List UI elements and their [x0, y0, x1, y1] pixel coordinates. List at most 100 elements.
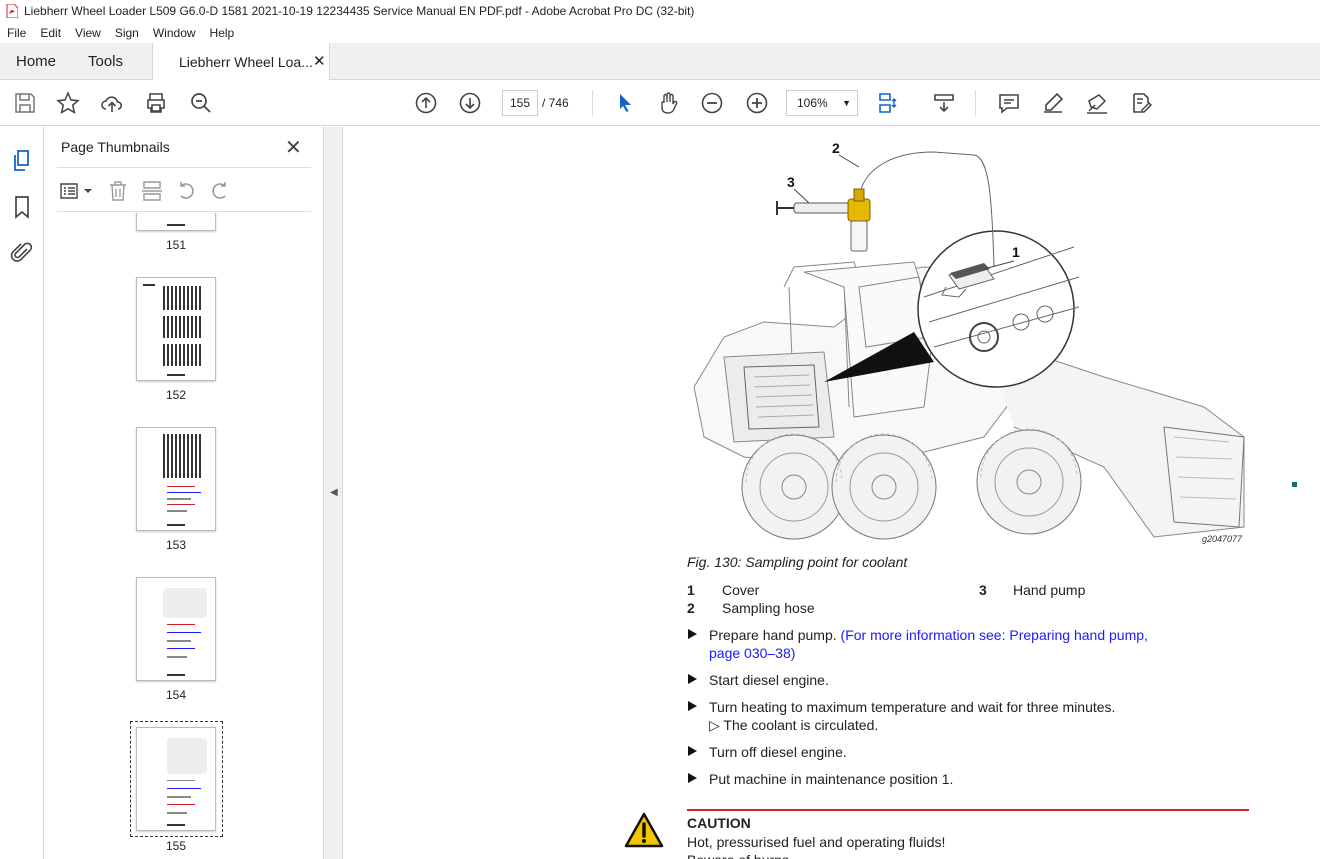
- menu-bar: File Edit View Sign Window Help: [0, 22, 1320, 43]
- zoom-in-icon[interactable]: [745, 91, 769, 115]
- thumbnail-toolbar: [59, 179, 231, 203]
- collapse-panel-icon[interactable]: ◀: [330, 487, 338, 498]
- fit-page-icon[interactable]: [876, 91, 900, 115]
- figure-caption: Fig. 130: Sampling point for coolant: [687, 554, 908, 570]
- legend-num-2: 2: [687, 600, 695, 616]
- next-page-icon[interactable]: [458, 91, 482, 115]
- chevron-down-icon: ▼: [842, 98, 851, 108]
- thumbnail-label: 154: [165, 688, 187, 702]
- step-4-text: Turn off diesel engine.: [709, 744, 847, 760]
- caution-title: CAUTION: [687, 815, 751, 831]
- tab-bar: Home Tools Liebherr Wheel Loa... ✕: [0, 43, 1320, 80]
- step-3-result-text: ▷ The coolant is circulated.: [709, 717, 879, 733]
- page-thumbnails-panel: Page Thumbnails ✕ 151 152 153 154 155: [45, 127, 360, 859]
- thumbnail-label: 151: [165, 238, 187, 252]
- tab-document-label: Liebherr Wheel Loa...: [179, 54, 313, 70]
- panel-title: Page Thumbnails: [61, 139, 170, 155]
- toolbar-divider: [592, 90, 593, 116]
- legend-num-1: 1: [687, 582, 695, 598]
- document-view: 2 3 1 g2047077 Fig. 130: Sampling point …: [344, 127, 1320, 859]
- select-arrow-icon[interactable]: [613, 91, 637, 115]
- thumbnail-list: 151 152 153 154 155: [45, 213, 305, 859]
- page-marker: [1292, 482, 1297, 487]
- panel-splitter[interactable]: ◀: [323, 127, 343, 859]
- legend-text-1: Cover: [722, 582, 760, 598]
- caution-next-line: Beware of burns: [687, 852, 789, 859]
- tab-home[interactable]: Home: [16, 53, 56, 70]
- step-5-text: Put machine in maintenance position 1.: [709, 771, 954, 787]
- step-arrow-icon: [688, 701, 697, 711]
- caution-divider: [687, 809, 1249, 811]
- insert-page-icon[interactable]: [141, 180, 163, 202]
- delete-page-icon[interactable]: [107, 180, 129, 202]
- callout-1: 1: [1012, 244, 1020, 260]
- step-arrow-icon: [688, 674, 697, 684]
- save-icon[interactable]: [13, 91, 37, 115]
- upload-cloud-icon[interactable]: [100, 91, 124, 115]
- previous-page-icon[interactable]: [414, 91, 438, 115]
- thumbnail-label: 153: [165, 538, 187, 552]
- legend-num-3: 3: [979, 582, 987, 598]
- step-arrow-icon: [688, 773, 697, 783]
- thumbnail-page[interactable]: [136, 727, 216, 831]
- toolbar-divider: [975, 90, 976, 116]
- rotate-left-icon[interactable]: [175, 180, 197, 202]
- warning-triangle-icon: [624, 812, 664, 848]
- zoom-search-icon[interactable]: [189, 91, 213, 115]
- thumbnail-page[interactable]: [136, 213, 216, 231]
- step-arrow-icon: [688, 746, 697, 756]
- print-icon[interactable]: [144, 91, 168, 115]
- tab-close-icon[interactable]: ✕: [313, 52, 326, 70]
- bookmark-icon[interactable]: [10, 195, 34, 219]
- hand-tool-icon[interactable]: [656, 91, 680, 115]
- window-title: Liebherr Wheel Loader L509 G6.0-D 1581 2…: [24, 4, 695, 18]
- close-icon[interactable]: ✕: [285, 135, 302, 160]
- thumbnail-label: 152: [165, 388, 187, 402]
- edit-pdf-icon[interactable]: [1129, 91, 1153, 115]
- comment-icon[interactable]: [997, 91, 1021, 115]
- title-bar: Liebherr Wheel Loader L509 G6.0-D 1581 2…: [0, 0, 1320, 22]
- tab-document[interactable]: Liebherr Wheel Loa... ✕: [152, 43, 330, 80]
- menu-file[interactable]: File: [0, 26, 33, 40]
- step-2-text: Start diesel engine.: [709, 672, 829, 688]
- link-preparing-hand-pump[interactable]: (For more information see: Preparing han…: [841, 627, 1148, 643]
- panel-divider: [57, 167, 311, 168]
- legend-text-3: Hand pump: [1013, 582, 1086, 598]
- star-icon[interactable]: [56, 91, 80, 115]
- menu-view[interactable]: View: [68, 26, 108, 40]
- navigation-rail: [0, 127, 44, 859]
- thumbnail-label: 155: [165, 839, 187, 853]
- figure-code: g2047077: [1202, 534, 1243, 544]
- step-1-text: Prepare hand pump.: [709, 627, 837, 643]
- panel-divider: [57, 211, 311, 212]
- thumbnail-page[interactable]: [136, 277, 216, 381]
- tab-tools[interactable]: Tools: [88, 53, 123, 70]
- step-arrow-icon: [688, 629, 697, 639]
- step-3-text: Turn heating to maximum temperature and …: [709, 699, 1116, 715]
- attachment-icon[interactable]: [10, 241, 34, 265]
- page-total: / 746: [542, 96, 569, 110]
- wheel-loader-illustration: 2 3 1 g2047077: [693, 140, 1245, 544]
- highlight-pen-icon[interactable]: [1041, 91, 1065, 115]
- thumbnail-options-icon[interactable]: [59, 181, 95, 201]
- legend-text-2: Sampling hose: [722, 600, 815, 616]
- zoom-level-dropdown[interactable]: 106% ▼: [786, 90, 858, 116]
- draw-sign-icon[interactable]: [1085, 91, 1109, 115]
- menu-edit[interactable]: Edit: [33, 26, 68, 40]
- zoom-out-icon[interactable]: [700, 91, 724, 115]
- callout-2: 2: [832, 140, 840, 156]
- menu-window[interactable]: Window: [146, 26, 203, 40]
- menu-help[interactable]: Help: [203, 26, 242, 40]
- menu-sign[interactable]: Sign: [108, 26, 146, 40]
- rotate-right-icon[interactable]: [209, 180, 231, 202]
- page-number-input[interactable]: 155: [502, 90, 538, 116]
- thumbnail-page[interactable]: [136, 577, 216, 681]
- thumbnail-page[interactable]: [136, 427, 216, 531]
- callout-3: 3: [787, 174, 795, 190]
- page-thumbnails-icon[interactable]: [10, 149, 34, 173]
- zoom-level-value: 106%: [797, 96, 828, 110]
- caution-text: Hot, pressurised fuel and operating flui…: [687, 834, 946, 850]
- acrobat-icon: [6, 4, 18, 18]
- scroll-mode-icon[interactable]: [932, 91, 956, 115]
- link-page-030-38[interactable]: page 030–38): [709, 645, 795, 661]
